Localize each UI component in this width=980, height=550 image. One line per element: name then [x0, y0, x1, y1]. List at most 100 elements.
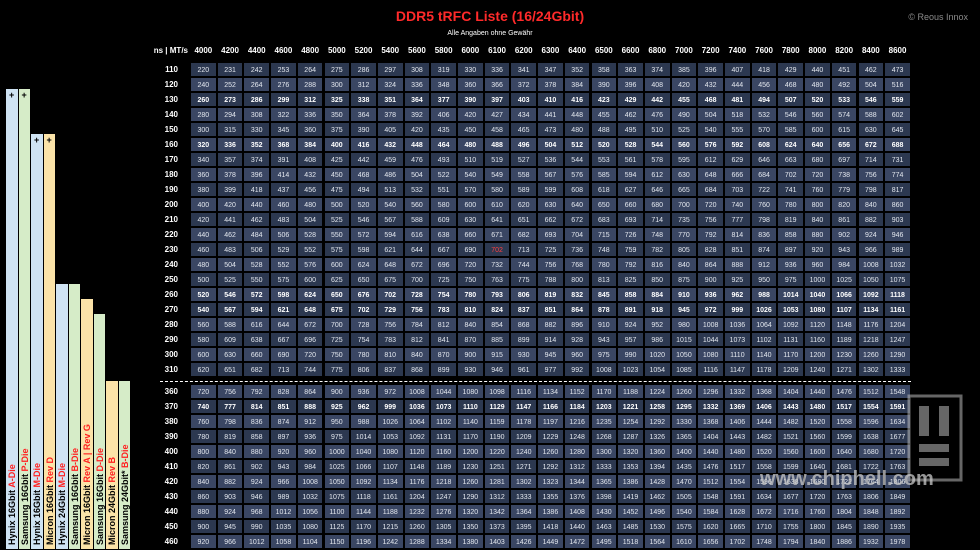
table-cell: 882 — [857, 212, 885, 227]
table-cell: 850 — [643, 272, 671, 287]
table-cell: 870 — [430, 347, 457, 362]
table-cell: 525 — [216, 272, 244, 287]
table-cell: 1100 — [323, 504, 351, 519]
table-cell: 667 — [270, 332, 297, 347]
table-cell: 1395 — [510, 519, 538, 534]
table-cell: 406 — [430, 107, 457, 122]
table-cell: 1512 — [697, 474, 724, 489]
table-cell: 648 — [376, 257, 404, 272]
table-cell: 455 — [590, 107, 618, 122]
column-header-7200: 7200 — [701, 46, 720, 55]
table-cell: 1628 — [724, 504, 751, 519]
table-cell: 1373 — [483, 519, 511, 534]
table-cell: 1184 — [563, 399, 591, 414]
table-cell: 522 — [430, 167, 457, 182]
table-cell: 340 — [190, 152, 217, 167]
column-header-6300: 6300 — [541, 46, 560, 55]
table-cell: 1560 — [804, 429, 831, 444]
table-cell: 529 — [270, 242, 297, 257]
section-separator — [160, 380, 911, 383]
row-header-220: 220 — [164, 230, 178, 239]
table-cell: 1224 — [643, 384, 671, 399]
table-cell: 440 — [243, 197, 271, 212]
row-header-160: 160 — [164, 140, 178, 149]
table-cell: 1247 — [430, 489, 457, 504]
row-header-150: 150 — [164, 125, 178, 134]
table-cell: 1040 — [350, 444, 377, 459]
table-cell: 599 — [537, 182, 564, 197]
table-cell: 777 — [724, 212, 751, 227]
table-cell: 662 — [537, 212, 564, 227]
table-cell: 580 — [190, 332, 217, 347]
table-cell: 1716 — [777, 504, 805, 519]
table-cell: 845 — [590, 287, 618, 302]
table-cell: 1035 — [270, 519, 297, 534]
table-cell: 525 — [323, 212, 351, 227]
table-cell: 462 — [617, 107, 644, 122]
table-cell: 1430 — [590, 504, 618, 519]
table-cell: 358 — [590, 62, 618, 77]
table-cell: 1260 — [403, 519, 431, 534]
table-cell: 1365 — [590, 474, 618, 489]
table-cell: 1406 — [724, 414, 751, 429]
table-cell: 1548 — [697, 489, 724, 504]
table-cell: 1281 — [483, 474, 511, 489]
table-cell: 1025 — [830, 272, 858, 287]
table-cell: 1476 — [830, 384, 858, 399]
table-cell: 1240 — [510, 444, 538, 459]
table-cell: 442 — [350, 152, 377, 167]
row-header-380: 380 — [164, 417, 178, 426]
table-cell: 458 — [483, 122, 511, 137]
table-cell: 600 — [457, 197, 484, 212]
table-cell: 630 — [537, 197, 564, 212]
table-cell: 760 — [190, 414, 217, 429]
table-cell: 400 — [323, 137, 351, 152]
table-cell: 348 — [430, 77, 457, 92]
table-cell: 1140 — [457, 414, 484, 429]
table-cell: 1440 — [804, 384, 831, 399]
table-cell: 880 — [804, 227, 831, 242]
table-cell: 775 — [510, 272, 538, 287]
table-cell: 1530 — [643, 519, 671, 534]
table-cell: 1218 — [857, 332, 885, 347]
table-cell: 324 — [376, 77, 404, 92]
table-cell: 1008 — [296, 474, 324, 489]
table-cell: 528 — [243, 257, 271, 272]
table-cell: 783 — [430, 302, 457, 317]
table-cell: 442 — [643, 92, 671, 107]
table-cell: 473 — [884, 62, 911, 77]
table-cell: 567 — [376, 212, 404, 227]
table-cell: 744 — [296, 362, 324, 377]
table-cell: 390 — [590, 77, 618, 92]
table-cell: 427 — [483, 107, 511, 122]
table-cell: 1452 — [617, 504, 644, 519]
table-cell: 1080 — [457, 384, 484, 399]
table-cell: 1203 — [590, 399, 618, 414]
table-cell: 325 — [323, 92, 351, 107]
table-cell: 726 — [617, 227, 644, 242]
table-cell: 880 — [243, 444, 271, 459]
table-cell: 641 — [483, 212, 511, 227]
table-cell: 1120 — [403, 444, 431, 459]
table-cell: 588 — [403, 212, 431, 227]
table-cell: 483 — [270, 212, 297, 227]
table-cell: 960 — [563, 347, 591, 362]
table-cell: 621 — [270, 302, 297, 317]
table-cell: 423 — [590, 92, 618, 107]
table-cell: 1230 — [457, 459, 484, 474]
table-cell: 828 — [697, 242, 724, 257]
table-cell: 600 — [296, 272, 324, 287]
column-header-8200: 8200 — [835, 46, 854, 55]
table-cell: 714 — [643, 212, 671, 227]
table-cell: 560 — [403, 197, 431, 212]
table-cell: 1247 — [884, 332, 911, 347]
table-cell: 1147 — [724, 362, 751, 377]
table-cell: 612 — [697, 152, 724, 167]
table-cell: 480 — [190, 257, 217, 272]
table-cell: 528 — [617, 137, 644, 152]
table-cell: 1380 — [457, 534, 484, 549]
table-cell: 1092 — [350, 474, 377, 489]
column-header-4800: 4800 — [301, 46, 320, 55]
table-cell: 378 — [376, 107, 404, 122]
table-cell: 665 — [670, 182, 698, 197]
